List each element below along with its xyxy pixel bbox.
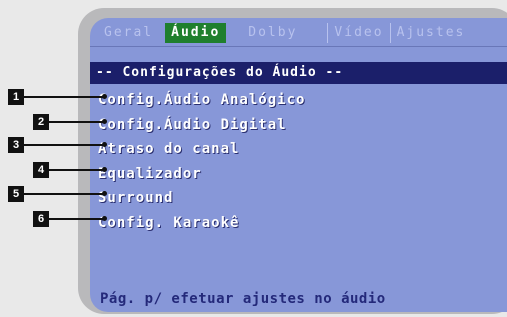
tab-dolby[interactable]: Dolby (242, 23, 303, 43)
callout-badge: 1 (8, 89, 24, 105)
tab-bar: Geral Áudio Dolby Vídeo Ajustes (98, 23, 507, 43)
menu-item-channel-delay[interactable]: Atraso do canal (98, 137, 305, 162)
menu-item-analog-audio[interactable]: Config.Áudio Analógico (98, 88, 305, 113)
tab-divider (90, 46, 507, 47)
audio-settings-menu: Config.Áudio Analógico Config.Áudio Digi… (98, 88, 305, 236)
menu-title: -- Configurações do Áudio -- (90, 62, 507, 84)
menu-item-karaoke[interactable]: Config. Karaokê (98, 211, 305, 236)
callout-line (49, 218, 104, 220)
callout-dot (102, 191, 107, 196)
menu-item-digital-audio[interactable]: Config.Áudio Digital (98, 113, 305, 138)
callout-badge: 6 (33, 211, 49, 227)
tab-ajustes[interactable]: Ajustes (389, 23, 472, 43)
callout-line (24, 96, 104, 98)
callout-dot (102, 119, 107, 124)
tab-geral[interactable]: Geral (98, 23, 159, 43)
callout-line (49, 169, 104, 171)
callout-dot (102, 142, 107, 147)
tab-video[interactable]: Vídeo (327, 23, 389, 43)
footer-hint: Pág. p/ efetuar ajustes no áudio (100, 291, 386, 307)
callout-line (24, 193, 104, 195)
callout-dot (102, 167, 107, 172)
tab-audio[interactable]: Áudio (165, 23, 227, 43)
menu-item-surround[interactable]: Surround (98, 186, 305, 211)
callout-badge: 5 (8, 186, 24, 202)
callout-badge: 3 (8, 137, 24, 153)
callout-dot (102, 216, 107, 221)
menu-item-equalizer[interactable]: Equalizador (98, 162, 305, 187)
callout-dot (102, 94, 107, 99)
callout-line (49, 121, 104, 123)
osd-screen: Geral Áudio Dolby Vídeo Ajustes -- Confi… (90, 18, 507, 312)
callout-badge: 2 (33, 114, 49, 130)
callout-line (24, 144, 104, 146)
callout-badge: 4 (33, 162, 49, 178)
